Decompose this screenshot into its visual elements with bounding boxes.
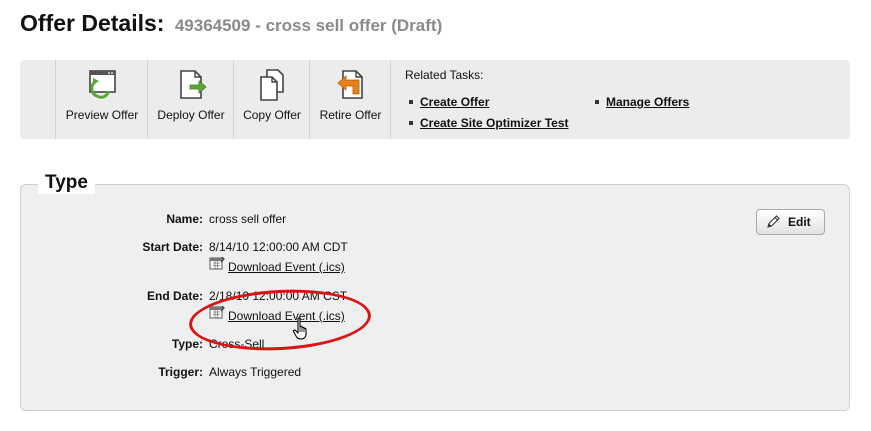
pencil-icon xyxy=(767,215,780,228)
deploy-offer-label: Deploy Offer xyxy=(157,108,225,122)
name-value: cross sell offer xyxy=(209,212,287,226)
bullet xyxy=(409,99,413,104)
start-date-label: Start Date: xyxy=(142,240,203,254)
page-title: Offer Details: 49364509 - cross sell off… xyxy=(20,10,442,37)
end-date-value: 2/18/10 12:00:00 AM CST xyxy=(209,289,348,303)
preview-offer-label: Preview Offer xyxy=(65,108,139,122)
create-offer-link[interactable]: Create Offer xyxy=(409,95,489,109)
trigger-label: Trigger: xyxy=(158,365,203,379)
calendar-icon xyxy=(209,305,225,319)
start-download-event-link[interactable]: Download Event (.ics) xyxy=(228,260,345,274)
end-download-event-link[interactable]: Download Event (.ics) xyxy=(228,309,345,323)
manage-offers-link[interactable]: Manage Offers xyxy=(595,95,689,109)
trigger-value: Always Triggered xyxy=(209,365,302,379)
copy-icon xyxy=(260,69,284,101)
deploy-icon xyxy=(180,70,207,99)
retire-offer-label: Retire Offer xyxy=(319,108,382,122)
start-date-value: 8/14/10 12:00:00 AM CDT xyxy=(209,240,348,254)
bullet xyxy=(595,99,599,104)
copy-offer-button[interactable]: Copy Offer xyxy=(233,60,310,139)
deploy-offer-button[interactable]: Deploy Offer xyxy=(147,60,234,139)
page-title-text: Offer Details: xyxy=(20,10,165,36)
bullet xyxy=(409,120,413,125)
toolbar-divider xyxy=(390,60,391,139)
preview-offer-button[interactable]: Preview Offer xyxy=(55,60,148,139)
type-label: Type: xyxy=(171,337,203,351)
related-tasks-heading: Related Tasks: xyxy=(405,68,484,82)
retire-offer-button[interactable]: Retire Offer xyxy=(309,60,391,139)
create-site-optimizer-test-link[interactable]: Create Site Optimizer Test xyxy=(409,116,569,130)
type-value: Cross-Sell xyxy=(209,337,265,351)
calendar-icon xyxy=(209,256,225,270)
end-date-label: End Date: xyxy=(146,289,203,303)
name-label: Name: xyxy=(166,212,203,226)
retire-icon xyxy=(336,70,363,99)
edit-button-label: Edit xyxy=(788,215,811,229)
related-tasks: Related Tasks: Create Offer Create Site … xyxy=(405,66,845,136)
page-subtitle: 49364509 - cross sell offer (Draft) xyxy=(174,16,443,35)
offer-toolbar: Preview Offer Deploy Offer Copy Offer Re… xyxy=(20,60,850,139)
copy-offer-label: Copy Offer xyxy=(243,108,301,122)
type-panel-title: Type xyxy=(38,172,95,194)
preview-icon xyxy=(89,70,116,99)
edit-button[interactable]: Edit xyxy=(756,209,825,235)
